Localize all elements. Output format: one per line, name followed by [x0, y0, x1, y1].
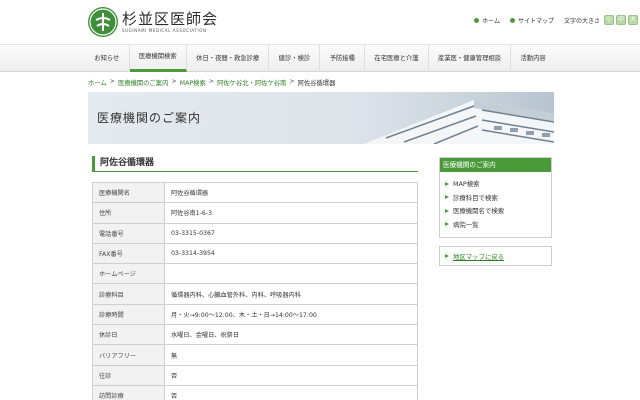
back-to-map-link[interactable]: 地区マップに戻る — [440, 247, 551, 265]
row-value: 無 — [164, 344, 418, 366]
row-key: 往診 — [92, 364, 165, 386]
breadcrumb-guide[interactable]: 医療機関のご案内 — [118, 78, 168, 87]
sidebar-item-label: MAP検索 — [453, 180, 480, 189]
row-value: 水曜日、金曜日、祝祭日 — [164, 324, 418, 346]
nav-item-homecare[interactable]: 在宅医療と介護 — [365, 45, 429, 72]
breadcrumb-separator: > — [109, 78, 115, 85]
back-to-map-box: 地区マップに戻る — [439, 246, 552, 266]
sidebar-item-label: 診療科目で検索 — [453, 193, 498, 202]
sidebar-item-hospital-list[interactable]: 病院一覧 — [445, 218, 547, 232]
page-title: 阿佐谷循環器 — [92, 156, 418, 172]
row-key: FAX番号 — [92, 242, 165, 265]
sitemap-link-label: サイトマップ — [517, 17, 554, 25]
table-row: 往診 否 — [92, 364, 418, 386]
row-key: ホームページ — [92, 263, 165, 285]
breadcrumb: ホーム > 医療機関のご案内 > MAP検索 > 阿佐ケ谷北・阿佐ケ谷南 > 阿… — [88, 78, 335, 87]
row-key: 診療科目 — [92, 283, 165, 305]
banner-title: 医療機関のご案内 — [97, 111, 202, 125]
bullet-icon — [509, 17, 515, 23]
site-logo[interactable]: 杉並区医師会 SUGINAMI MEDICAL ASSOCIATION — [88, 7, 218, 37]
global-nav: お知らせ 医療機関検索 休日・夜間・救急診療 健診・検診 予防接種 在宅医療と介… — [0, 44, 640, 72]
row-value: 03-3314-3954 — [164, 242, 418, 265]
home-link-label: ホーム — [482, 17, 500, 25]
sitemap-link[interactable]: サイトマップ — [509, 16, 554, 25]
sidebar-heading: 医療機関のご案内 — [440, 158, 551, 172]
row-key: 住所 — [92, 202, 165, 224]
nav-item-activities[interactable]: 活動内容 — [511, 45, 555, 72]
sidebar-item-label: 病院一覧 — [453, 220, 479, 229]
font-size-small-button[interactable]: 小 — [604, 15, 614, 25]
row-key: 休診日 — [92, 324, 165, 346]
site-header: 杉並区医師会 SUGINAMI MEDICAL ASSOCIATION ホーム … — [0, 0, 640, 44]
nav-item-emergency[interactable]: 休日・夜間・救急診療 — [187, 45, 270, 72]
table-row: 電話番号 03-3315-0367 — [92, 222, 418, 244]
arrow-right-icon — [445, 254, 449, 258]
arrow-right-icon — [445, 222, 449, 227]
nav-item-search[interactable]: 医療機関検索 — [129, 45, 187, 72]
nav-item-vaccination[interactable]: 予防接種 — [320, 45, 366, 72]
row-value: 否 — [164, 384, 418, 400]
row-value: 循環器内科、心臓血管外科、内科、呼吸器内科 — [164, 283, 418, 305]
logo-mark-icon — [88, 7, 118, 37]
table-row: 医療機関名 阿佐谷循環器 — [92, 181, 418, 204]
clinic-info-table: 医療機関名 阿佐谷循環器 住所 阿佐谷南1-6-3 電話番号 03-3315-0… — [92, 181, 418, 400]
site-title: 杉並区医師会 — [122, 10, 219, 28]
table-row: 休診日 水曜日、金曜日、祝祭日 — [92, 324, 418, 346]
breadcrumb-separator: > — [289, 78, 295, 85]
row-value: 阿佐谷南1-6-3 — [164, 202, 418, 224]
sidebar-item-department-search[interactable]: 診療科目で検索 — [445, 191, 547, 205]
sidebar-menu: 医療機関のご案内 MAP検索 診療科目で検索 医療機関名で検索 病院一覧 — [439, 157, 552, 238]
font-size-large-button[interactable]: 大 — [628, 15, 638, 25]
table-row: バリアフリー 無 — [92, 344, 418, 366]
table-row: FAX番号 03-3314-3954 — [92, 242, 418, 265]
sidebar-item-label: 医療機関名で検索 — [453, 207, 505, 216]
row-key: 訪問診療 — [92, 384, 165, 400]
table-row: 訪問診療 否 — [92, 384, 418, 400]
row-key: 電話番号 — [92, 222, 165, 244]
row-value: 03-3315-0367 — [164, 222, 418, 244]
font-size-medium-button[interactable]: 中 — [616, 15, 626, 25]
row-key: バリアフリー — [92, 344, 165, 366]
site-subtitle: SUGINAMI MEDICAL ASSOCIATION — [122, 28, 207, 33]
row-key: 医療機関名 — [92, 181, 165, 204]
breadcrumb-home[interactable]: ホーム — [88, 78, 107, 87]
row-value — [164, 263, 418, 285]
bullet-icon — [474, 17, 480, 23]
back-to-map-label: 地区マップに戻る — [453, 252, 505, 261]
table-row: ホームページ — [92, 263, 418, 285]
utility-nav: ホーム サイトマップ 文字の大きさ 小 中 大 — [474, 15, 640, 25]
breadcrumb-separator: > — [171, 78, 177, 85]
row-value: 月・火→9:00～12:00、木・土・日→14:00～17:00 — [164, 303, 418, 326]
breadcrumb-area[interactable]: 阿佐ケ谷北・阿佐ケ谷南 — [217, 78, 286, 87]
arrow-right-icon — [445, 181, 449, 186]
building-image — [324, 92, 554, 144]
arrow-right-icon — [445, 195, 449, 200]
table-row: 診療科目 循環器内科、心臓血管外科、内科、呼吸器内科 — [92, 283, 418, 305]
table-row: 住所 阿佐谷南1-6-3 — [92, 202, 418, 224]
table-row: 診療時間 月・火→9:00～12:00、木・土・日→14:00～17:00 — [92, 303, 418, 326]
row-key: 診療時間 — [92, 303, 165, 326]
breadcrumb-map[interactable]: MAP検索 — [180, 78, 206, 87]
sidebar-item-name-search[interactable]: 医療機関名で検索 — [445, 204, 547, 218]
row-value: 阿佐谷循環器 — [164, 181, 418, 204]
breadcrumb-current: 阿佐谷循環器 — [297, 80, 336, 87]
nav-item-occupational[interactable]: 産業医・健康管理相談 — [429, 45, 512, 72]
nav-item-checkup[interactable]: 健診・検診 — [269, 45, 321, 72]
sidebar-item-map-search[interactable]: MAP検索 — [445, 177, 547, 191]
font-size-label: 文字の大きさ — [563, 17, 600, 25]
arrow-right-icon — [445, 208, 449, 213]
nav-item-news[interactable]: お知らせ — [85, 45, 130, 72]
page-banner: 医療機関のご案内 — [88, 92, 554, 144]
row-value: 否 — [164, 364, 418, 386]
breadcrumb-separator: > — [208, 78, 215, 85]
home-link[interactable]: ホーム — [474, 16, 500, 25]
